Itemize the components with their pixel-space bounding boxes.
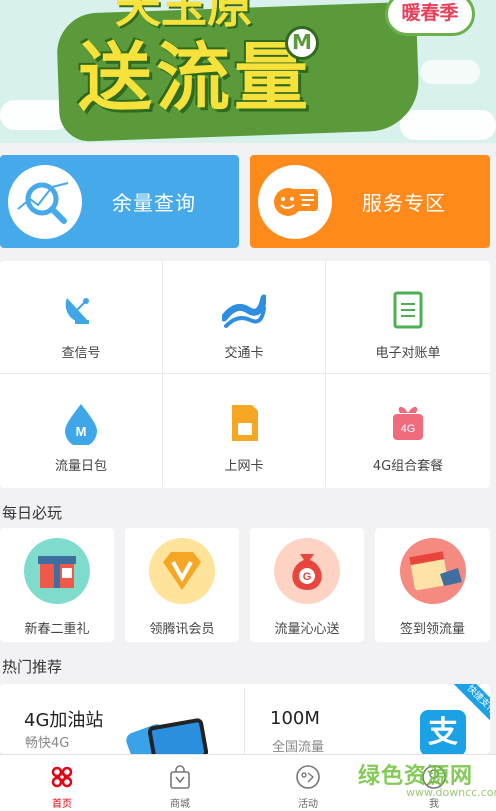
service-data-card[interactable]: 上网卡: [163, 374, 326, 487]
service-4g-combo[interactable]: 4G 4G组合套餐: [326, 374, 490, 487]
daily-item-label: 签到领流量: [399, 622, 465, 637]
balance-query-label: 余量查询: [112, 191, 196, 215]
tab-home[interactable]: 首页: [0, 755, 124, 811]
hot-item-4g-station[interactable]: 4G加油站 畅快4G: [0, 684, 244, 754]
service-label: 上网卡: [224, 459, 264, 474]
phone-illustration-icon: [146, 717, 210, 754]
gift-box-icon: [24, 538, 90, 604]
service-label: 4G组合套餐: [372, 459, 444, 474]
hot-item-100m[interactable]: 100M 全国流量 支 快捷支付: [245, 684, 490, 754]
daily-item-label: 流量沁心送: [274, 622, 340, 637]
cloud-decoration: [420, 60, 480, 84]
daily-item-check-in[interactable]: 签到领流量: [375, 528, 490, 642]
promo-banner[interactable]: 天玉原 送流量 M 暖春季: [0, 0, 496, 143]
tab-label: 商城: [170, 799, 190, 810]
daily-item-data-gift[interactable]: G 流量沁心送: [250, 528, 364, 642]
svg-text:4G: 4G: [401, 423, 416, 435]
service-zone-label: 服务专区: [362, 191, 446, 215]
daily-item-spring-gift[interactable]: 新春二重礼: [0, 528, 114, 642]
service-transit-card[interactable]: 交通卡: [163, 261, 326, 374]
money-bag-icon: G: [274, 538, 340, 604]
service-check-signal[interactable]: 查信号: [0, 261, 163, 374]
sim-card-icon: [222, 401, 266, 445]
data-drop-icon: M: [59, 401, 103, 447]
service-grid: 查信号 交通卡 电子对账单 M 流量日包 上网卡 4G 4G组合套餐: [0, 261, 490, 488]
daily-item-label: 新春二重礼: [24, 622, 90, 637]
service-label: 电子对账单: [375, 346, 441, 361]
hot-item-subtitle: 畅快4G: [25, 736, 70, 751]
hot-recommend-panel: 4G加油站 畅快4G 100M 全国流量 支 快捷支付: [0, 684, 490, 754]
smiley-chat-icon: [258, 164, 332, 239]
satellite-dish-icon: [59, 288, 103, 332]
vip-diamond-icon: [149, 538, 215, 604]
service-label: 查信号: [61, 346, 101, 361]
cloud-decoration: [400, 110, 496, 140]
shopping-bag-icon: [166, 763, 194, 791]
hot-item-subtitle: 全国流量: [272, 740, 325, 754]
hot-item-title: 100M: [270, 708, 320, 729]
svg-text:G: G: [303, 571, 312, 583]
svg-text:M: M: [76, 424, 87, 439]
daily-item-label: 领腾讯会员: [149, 622, 215, 637]
alipay-icon: 支: [420, 710, 466, 754]
document-icon: [386, 288, 430, 332]
daily-item-tencent-vip[interactable]: 领腾讯会员: [125, 528, 239, 642]
transit-card-icon: [220, 288, 268, 332]
service-e-bill[interactable]: 电子对账单: [326, 261, 490, 374]
m-coin-icon: M: [285, 26, 319, 60]
service-label: 交通卡: [224, 346, 264, 361]
gift-package-icon: 4G: [386, 401, 430, 445]
unicom-logo-icon: [48, 763, 76, 791]
tab-activity[interactable]: 活动: [246, 755, 370, 811]
hot-item-title: 4G加油站: [24, 710, 104, 731]
tab-label: 首页: [52, 799, 72, 810]
service-zone-button[interactable]: 服务专区: [250, 155, 490, 248]
tab-mall[interactable]: 商城: [118, 755, 242, 811]
banner-badge: 暖春季: [385, 0, 475, 36]
tab-label: 活动: [298, 799, 318, 810]
hot-section-title: 热门推荐: [2, 658, 63, 676]
daily-section-title: 每日必玩: [2, 504, 63, 522]
calendar-hand-icon: [399, 538, 466, 604]
watermark-url: www.downcc.com: [406, 786, 496, 799]
service-daily-data[interactable]: M 流量日包: [0, 374, 163, 487]
magnifier-chart-icon: [8, 164, 82, 239]
balance-query-button[interactable]: 余量查询: [0, 155, 239, 248]
activity-icon: [294, 763, 322, 791]
service-label: 流量日包: [54, 459, 107, 474]
banner-title: 送流量: [78, 35, 312, 121]
